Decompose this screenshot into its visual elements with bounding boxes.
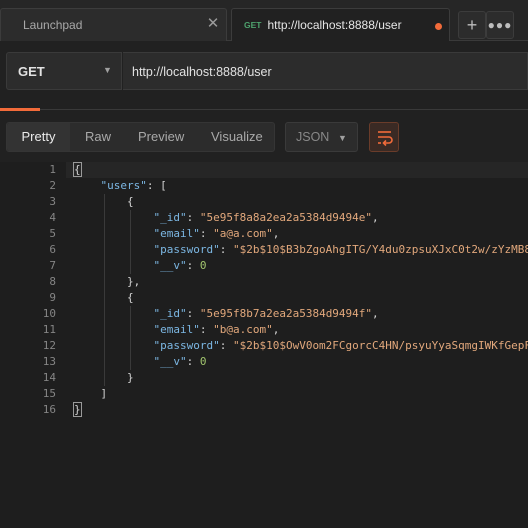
chevron-down-icon: ▼ [103, 65, 112, 75]
code-text: } [73, 402, 82, 417]
line-number: 16 [42, 403, 56, 416]
wrap-lines-icon [378, 131, 393, 147]
line-number: 10 [42, 307, 56, 320]
tab-request[interactable]: GET http://localhost:8888/user [231, 8, 450, 41]
code-line: 2 "users": [ [0, 178, 528, 194]
response-body-viewer[interactable]: 1{2 "users": [3 {4 "_id": "5e95f8a8a2ea2… [0, 162, 528, 528]
line-number: 5 [49, 227, 56, 240]
code-line: 1{ [0, 162, 528, 178]
code-text: "__v": 0 [153, 259, 207, 272]
code-line: 4 "_id": "5e95f8a8a2ea2a5384d9494e", [0, 210, 528, 226]
view-visualize-button[interactable]: Visualize [211, 123, 263, 151]
code-line: 3 { [0, 194, 528, 210]
code-line: 11 "email": "b@a.com", [0, 322, 528, 338]
code-line: 7 "__v": 0 [0, 258, 528, 274]
wrap-lines-button[interactable] [369, 122, 399, 152]
ellipsis-icon: ●●● [487, 18, 513, 32]
code-text: }, [126, 275, 141, 288]
line-number: 7 [49, 259, 56, 272]
code-line: 15 ] [0, 386, 528, 402]
code-text: { [73, 162, 82, 177]
code-text: "password": "$2b$10$B3bZgoAhgITG/Y4du0zp… [153, 243, 528, 256]
code-line: 9 { [0, 290, 528, 306]
code-text: "_id": "5e95f8b7a2ea2a5384d9494f", [153, 307, 379, 320]
method-label: GET [18, 64, 45, 79]
line-number: 12 [42, 339, 56, 352]
close-icon[interactable]: ✕ [206, 16, 220, 31]
view-preview-button[interactable]: Preview [138, 123, 184, 151]
line-number: 15 [42, 387, 56, 400]
code-text: "email": "a@a.com", [153, 227, 280, 240]
tab-title: http://localhost:8888/user [267, 18, 402, 32]
view-mode-group: Pretty Raw Preview Visualize [6, 122, 275, 152]
code-text: { [126, 195, 134, 208]
code-line: 10 "_id": "5e95f8b7a2ea2a5384d9494f", [0, 306, 528, 322]
code-text: "_id": "5e95f8a8a2ea2a5384d9494e", [153, 211, 379, 224]
code-text: "users": [ [100, 179, 167, 192]
tab-title: Launchpad [23, 18, 83, 32]
view-pretty-button[interactable]: Pretty [7, 123, 70, 151]
code-line: 14 } [0, 370, 528, 386]
code-text: "__v": 0 [153, 355, 207, 368]
code-line: 5 "email": "a@a.com", [0, 226, 528, 242]
code-text: } [126, 371, 134, 384]
url-input[interactable]: http://localhost:8888/user [123, 52, 528, 90]
code-line: 6 "password": "$2b$10$B3bZgoAhgITG/Y4du0… [0, 242, 528, 258]
line-number: 4 [49, 211, 56, 224]
method-select[interactable]: GET ▼ [6, 52, 122, 90]
view-raw-button[interactable]: Raw [85, 123, 111, 151]
tab-bar: Launchpad ✕ GET http://localhost:8888/us… [0, 0, 528, 41]
code-text: "password": "$2b$10$OwV0om2FCgorcC4HN/ps… [153, 339, 528, 352]
line-number: 2 [49, 179, 56, 192]
line-number: 9 [49, 291, 56, 304]
tab-launchpad[interactable]: Launchpad ✕ [0, 8, 227, 41]
response-tab-indicator [0, 106, 528, 112]
line-number: 1 [49, 163, 56, 176]
unsaved-dot-icon [435, 23, 442, 30]
line-number: 3 [49, 195, 56, 208]
code-text: { [126, 291, 134, 304]
new-tab-button[interactable]: + [458, 11, 486, 39]
active-tab-underline [0, 108, 40, 111]
code-line: 16} [0, 402, 528, 418]
line-number: 11 [42, 323, 56, 336]
line-number: 13 [42, 355, 56, 368]
format-select[interactable]: JSON ▼ [285, 122, 358, 152]
code-text: "email": "b@a.com", [153, 323, 280, 336]
method-badge: GET [244, 20, 262, 30]
code-text: ] [100, 387, 108, 400]
url-value: http://localhost:8888/user [132, 65, 272, 79]
plus-icon: + [466, 15, 478, 35]
format-label: JSON [296, 130, 330, 144]
divider [40, 109, 528, 110]
code-line: 12 "password": "$2b$10$OwV0om2FCgorcC4HN… [0, 338, 528, 354]
line-number: 8 [49, 275, 56, 288]
code-line: 8 }, [0, 274, 528, 290]
line-number: 14 [42, 371, 56, 384]
chevron-down-icon: ▼ [338, 133, 347, 143]
more-tabs-button[interactable]: ●●● [486, 11, 514, 39]
code-line: 13 "__v": 0 [0, 354, 528, 370]
line-number: 6 [49, 243, 56, 256]
